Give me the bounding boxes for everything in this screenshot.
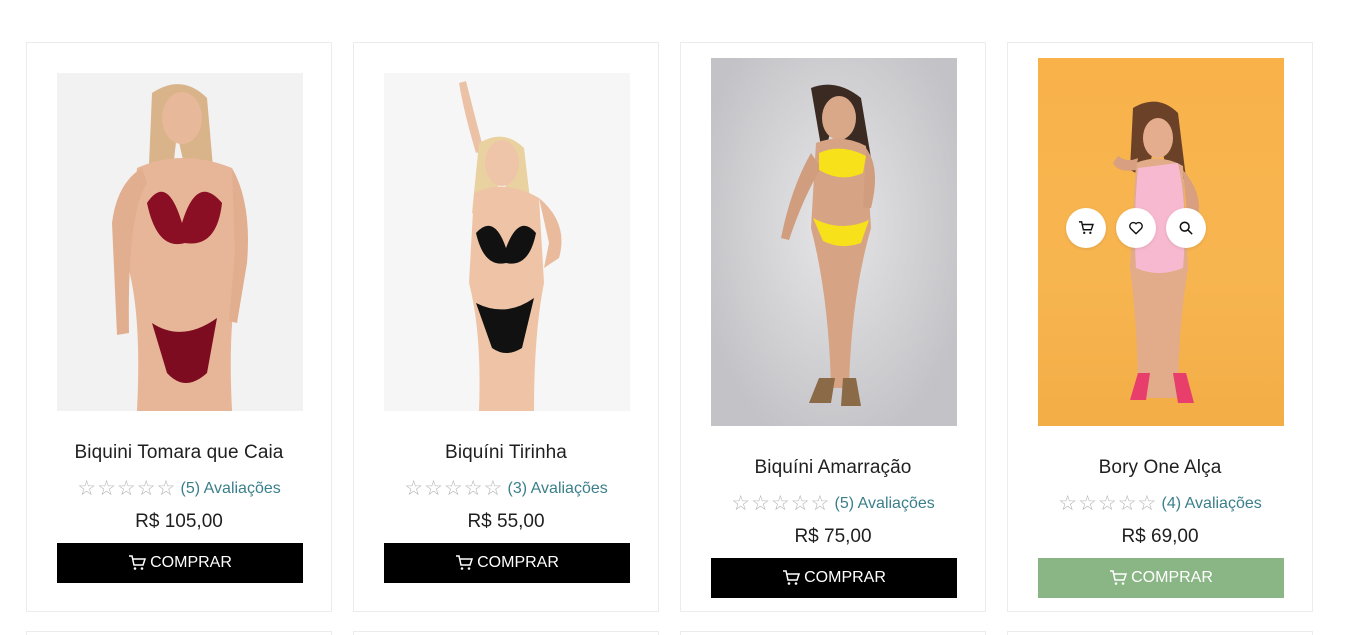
star-empty-icon: ☆ (770, 492, 790, 515)
product-grid: Biquini Tomara que Caia ☆☆☆☆☆ (5) Avalia… (0, 0, 1345, 635)
star-empty-icon: ☆ (424, 477, 443, 500)
next-row-card-edge (680, 631, 986, 635)
product-image[interactable] (57, 73, 303, 411)
product-image[interactable] (711, 58, 957, 426)
product-rating: ☆☆☆☆☆ (5) Avaliações (27, 476, 331, 501)
product-price: R$ 69,00 (1121, 526, 1199, 547)
star-empty-icon: ☆ (136, 477, 156, 500)
product-price: R$ 75,00 (794, 526, 872, 547)
cart-icon (455, 555, 474, 571)
star-empty-icon: ☆ (97, 477, 116, 500)
product-price: R$ 105,00 (135, 511, 223, 532)
star-empty-icon: ☆ (1137, 492, 1157, 515)
product-image[interactable] (384, 73, 630, 411)
next-row-card-edge (353, 631, 659, 635)
heart-icon (1128, 221, 1144, 235)
cart-icon (1109, 570, 1128, 586)
buy-button[interactable]: COMPRAR (57, 543, 303, 583)
product-title[interactable]: Biquíni Amarração (681, 457, 985, 479)
star-empty-icon: ☆ (731, 492, 751, 515)
product-rating: ☆☆☆☆☆ (4) Avaliações (1008, 491, 1312, 516)
buy-button-label: COMPRAR (804, 569, 886, 586)
reviews-link[interactable]: (5) Avaliações (181, 480, 281, 497)
star-empty-icon: ☆ (1117, 492, 1137, 515)
star-empty-icon: ☆ (1058, 492, 1078, 515)
star-empty-icon: ☆ (790, 492, 810, 515)
next-row-card-edge (26, 631, 332, 635)
buy-button[interactable]: COMPRAR (384, 543, 630, 583)
buy-button-label: COMPRAR (477, 554, 559, 571)
star-empty-icon: ☆ (156, 477, 176, 500)
star-empty-icon: ☆ (1078, 492, 1097, 515)
quick-view-button[interactable] (1166, 208, 1206, 248)
product-card[interactable]: Biquíni Tirinha ☆☆☆☆☆ (3) Avaliações R$ … (353, 42, 659, 612)
buy-button[interactable]: COMPRAR (711, 558, 957, 598)
product-title[interactable]: Biquini Tomara que Caia (27, 442, 331, 464)
cart-icon (128, 555, 147, 571)
star-empty-icon: ☆ (77, 477, 97, 500)
star-empty-icon: ☆ (116, 477, 136, 500)
product-price: R$ 55,00 (467, 511, 545, 532)
product-card[interactable]: Bory One Alça ☆☆☆☆☆ (4) Avaliações R$ 69… (1007, 42, 1313, 612)
buy-button-label: COMPRAR (150, 554, 232, 571)
star-empty-icon: ☆ (443, 477, 463, 500)
product-rating: ☆☆☆☆☆ (3) Avaliações (354, 476, 658, 501)
reviews-link[interactable]: (4) Avaliações (1162, 495, 1262, 512)
wishlist-button[interactable] (1116, 208, 1156, 248)
product-card[interactable]: Biquíni Amarração ☆☆☆☆☆ (5) Avaliações R… (680, 42, 986, 612)
product-title[interactable]: Bory One Alça (1008, 457, 1312, 479)
cart-icon (782, 570, 801, 586)
buy-button[interactable]: COMPRAR (1038, 558, 1284, 598)
star-empty-icon: ☆ (1097, 492, 1117, 515)
star-empty-icon: ☆ (463, 477, 483, 500)
reviews-link[interactable]: (5) Avaliações (835, 495, 935, 512)
star-empty-icon: ☆ (404, 477, 424, 500)
product-rating: ☆☆☆☆☆ (5) Avaliações (681, 491, 985, 516)
cart-icon (1078, 221, 1094, 235)
search-icon (1179, 221, 1193, 235)
next-row-card-edge (1007, 631, 1313, 635)
star-empty-icon: ☆ (751, 492, 770, 515)
product-title[interactable]: Biquíni Tirinha (354, 442, 658, 464)
reviews-link[interactable]: (3) Avaliações (508, 480, 608, 497)
star-empty-icon: ☆ (810, 492, 830, 515)
quick-actions (1066, 208, 1206, 248)
buy-button-label: COMPRAR (1131, 569, 1213, 586)
star-empty-icon: ☆ (483, 477, 503, 500)
product-card[interactable]: Biquini Tomara que Caia ☆☆☆☆☆ (5) Avalia… (26, 42, 332, 612)
add-to-cart-quick-button[interactable] (1066, 208, 1106, 248)
